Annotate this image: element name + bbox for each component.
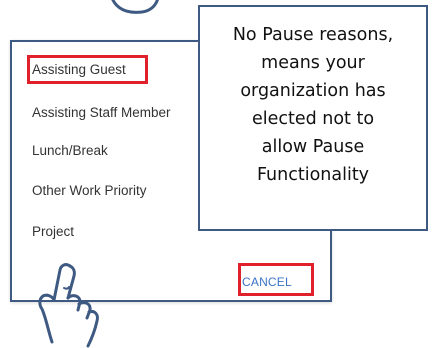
option-other-work-priority[interactable]: Other Work Priority [32, 183, 147, 198]
info-callout: No Pause reasons, means your organizatio… [198, 5, 428, 231]
pointing-hand-icon [38, 263, 99, 348]
option-lunch-break[interactable]: Lunch/Break [32, 143, 108, 158]
callout-text: No Pause reasons, means your organizatio… [232, 25, 394, 185]
option-highlight-box [27, 55, 148, 84]
option-project[interactable]: Project [32, 224, 74, 239]
cancel-button[interactable]: CANCEL [242, 275, 292, 289]
option-assisting-staff-member[interactable]: Assisting Staff Member [32, 105, 171, 120]
